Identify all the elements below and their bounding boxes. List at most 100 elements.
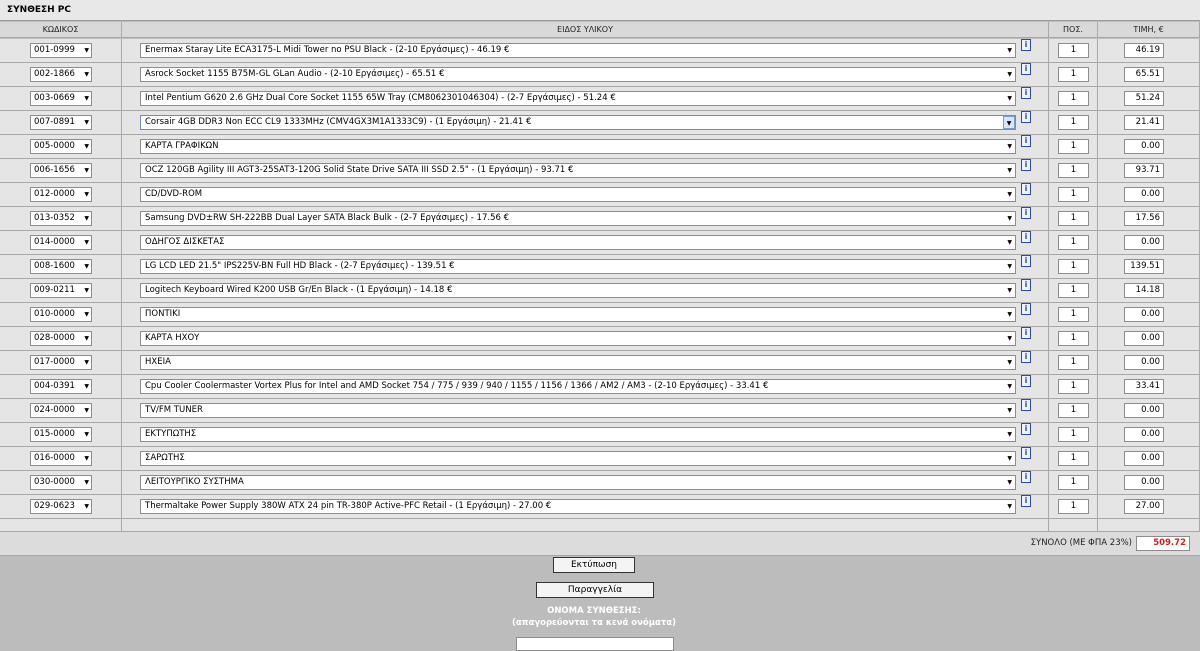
qty-cell: 1 <box>1049 255 1098 279</box>
code-select[interactable]: 007-0891 ▼ <box>30 115 92 130</box>
info-icon[interactable]: i <box>1021 399 1031 411</box>
code-select[interactable]: 009-0211 ▼ <box>30 283 92 298</box>
order-button[interactable]: Παραγγελία <box>536 582 654 598</box>
quantity-input[interactable]: 1 <box>1058 307 1089 322</box>
price-cell: 0.00 <box>1098 447 1200 471</box>
component-select[interactable]: LG LCD LED 21.5" IPS225V-BN Full HD Blac… <box>140 259 1016 274</box>
code-select[interactable]: 008-1600 ▼ <box>30 259 92 274</box>
code-select[interactable]: 014-0000 ▼ <box>30 235 92 250</box>
info-icon[interactable]: i <box>1021 423 1031 435</box>
code-select[interactable]: 004-0391 ▼ <box>30 379 92 394</box>
code-select[interactable]: 016-0000 ▼ <box>30 451 92 466</box>
code-select[interactable]: 017-0000 ▼ <box>30 355 92 370</box>
chevron-down-icon: ▼ <box>1003 116 1015 129</box>
code-select[interactable]: 006-1656 ▼ <box>30 163 92 178</box>
quantity-input[interactable]: 1 <box>1058 403 1089 418</box>
price-value: 0.00 <box>1124 355 1164 370</box>
component-select[interactable]: ΚΑΡΤΑ ΓΡΑΦΙΚΩΝ ▼ <box>140 139 1016 154</box>
code-select[interactable]: 013-0352 ▼ <box>30 211 92 226</box>
component-select[interactable]: ΕΚΤΥΠΩΤΗΣ ▼ <box>140 427 1016 442</box>
info-icon[interactable]: i <box>1021 279 1031 291</box>
quantity-input[interactable]: 1 <box>1058 331 1089 346</box>
code-select[interactable]: 002-1866 ▼ <box>30 67 92 82</box>
qty-cell: 1 <box>1049 471 1098 495</box>
code-value: 017-0000 <box>34 357 75 367</box>
info-icon[interactable]: i <box>1021 447 1031 459</box>
code-select[interactable]: 029-0623 ▼ <box>30 499 92 514</box>
quantity-input[interactable]: 1 <box>1058 427 1089 442</box>
info-icon[interactable]: i <box>1021 327 1031 339</box>
info-icon[interactable]: i <box>1021 135 1031 147</box>
quantity-input[interactable]: 1 <box>1058 259 1089 274</box>
quantity-input[interactable]: 1 <box>1058 235 1089 250</box>
quantity-input[interactable]: 1 <box>1058 379 1089 394</box>
price-value: 17.56 <box>1124 211 1164 226</box>
info-icon[interactable]: i <box>1021 87 1031 99</box>
component-row: 016-0000 ▼ ΣΑΡΩΤΗΣ ▼ i 1 0.00 <box>0 447 1200 471</box>
code-select[interactable]: 003-0669 ▼ <box>30 91 92 106</box>
quantity-input[interactable]: 1 <box>1058 499 1089 514</box>
info-icon[interactable]: i <box>1021 375 1031 387</box>
info-icon[interactable]: i <box>1021 255 1031 267</box>
info-icon[interactable]: i <box>1021 495 1031 507</box>
code-select[interactable]: 012-0000 ▼ <box>30 187 92 202</box>
component-select[interactable]: Thermaltake Power Supply 380W ATX 24 pin… <box>140 499 1016 514</box>
code-select[interactable]: 010-0000 ▼ <box>30 307 92 322</box>
info-icon[interactable]: i <box>1021 63 1031 75</box>
quantity-input[interactable]: 1 <box>1058 67 1089 82</box>
quantity-input[interactable]: 1 <box>1058 283 1089 298</box>
price-value: 0.00 <box>1124 475 1164 490</box>
code-select[interactable]: 024-0000 ▼ <box>30 403 92 418</box>
info-icon[interactable]: i <box>1021 303 1031 315</box>
info-icon[interactable]: i <box>1021 159 1031 171</box>
component-select[interactable]: Logitech Keyboard Wired K200 USB Gr/En B… <box>140 283 1016 298</box>
chevron-down-icon: ▼ <box>84 335 89 342</box>
component-select[interactable]: CD/DVD-ROM ▼ <box>140 187 1016 202</box>
composition-name-input[interactable] <box>516 637 674 651</box>
quantity-input[interactable]: 1 <box>1058 187 1089 202</box>
component-description: ΗΧΕΙΑ <box>145 357 171 367</box>
info-icon[interactable]: i <box>1021 231 1031 243</box>
component-select[interactable]: TV/FM TUNER ▼ <box>140 403 1016 418</box>
info-icon[interactable]: i <box>1021 207 1031 219</box>
code-select[interactable]: 028-0000 ▼ <box>30 331 92 346</box>
quantity-input[interactable]: 1 <box>1058 163 1089 178</box>
info-icon[interactable]: i <box>1021 471 1031 483</box>
code-select[interactable]: 005-0000 ▼ <box>30 139 92 154</box>
component-select[interactable]: OCZ 120GB Agility III AGT3-25SAT3-120G S… <box>140 163 1016 178</box>
component-select[interactable]: ΟΔΗΓΟΣ ΔΙΣΚΕΤΑΣ ▼ <box>140 235 1016 250</box>
component-select[interactable]: Asrock Socket 1155 B75M-GL GLan Audio - … <box>140 67 1016 82</box>
component-select[interactable]: Intel Pentium G620 2.6 GHz Dual Core Soc… <box>140 91 1016 106</box>
component-select[interactable]: ΗΧΕΙΑ ▼ <box>140 355 1016 370</box>
quantity-input[interactable]: 1 <box>1058 91 1089 106</box>
code-select[interactable]: 001-0999 ▼ <box>30 43 92 58</box>
info-icon[interactable]: i <box>1021 111 1031 123</box>
info-icon[interactable]: i <box>1021 351 1031 363</box>
component-select[interactable]: Corsair 4GB DDR3 Non ECC CL9 1333MHz (CM… <box>140 115 1016 130</box>
code-select[interactable]: 030-0000 ▼ <box>30 475 92 490</box>
quantity-input[interactable]: 1 <box>1058 355 1089 370</box>
quantity-input[interactable]: 1 <box>1058 139 1089 154</box>
component-select[interactable]: ΠΟΝΤΙΚΙ ▼ <box>140 307 1016 322</box>
component-select[interactable]: Cpu Cooler Coolermaster Vortex Plus for … <box>140 379 1016 394</box>
component-select[interactable]: ΚΑΡΤΑ ΗΧΟΥ ▼ <box>140 331 1016 346</box>
quantity-input[interactable]: 1 <box>1058 475 1089 490</box>
print-button[interactable]: Εκτύπωση <box>553 557 635 573</box>
chevron-down-icon: ▼ <box>1007 359 1012 366</box>
code-cell: 030-0000 ▼ <box>0 471 122 495</box>
code-cell: 013-0352 ▼ <box>0 207 122 231</box>
quantity-input[interactable]: 1 <box>1058 211 1089 226</box>
component-select[interactable]: ΛΕΙΤΟΥΡΓΙΚΟ ΣΥΣΤΗΜΑ ▼ <box>140 475 1016 490</box>
component-select[interactable]: Enermax Staray Lite ECA3175-L Midi Tower… <box>140 43 1016 58</box>
price-cell: 0.00 <box>1098 327 1200 351</box>
quantity-input[interactable]: 1 <box>1058 115 1089 130</box>
component-select[interactable]: ΣΑΡΩΤΗΣ ▼ <box>140 451 1016 466</box>
quantity-input[interactable]: 1 <box>1058 43 1089 58</box>
code-select[interactable]: 015-0000 ▼ <box>30 427 92 442</box>
price-value: 0.00 <box>1124 427 1164 442</box>
quantity-input[interactable]: 1 <box>1058 451 1089 466</box>
info-icon[interactable]: i <box>1021 39 1031 51</box>
panel-title: ΣΥΝΘΕΣΗ PC <box>0 0 1200 21</box>
info-icon[interactable]: i <box>1021 183 1031 195</box>
component-select[interactable]: Samsung DVD±RW SH-222BB Dual Layer SATA … <box>140 211 1016 226</box>
